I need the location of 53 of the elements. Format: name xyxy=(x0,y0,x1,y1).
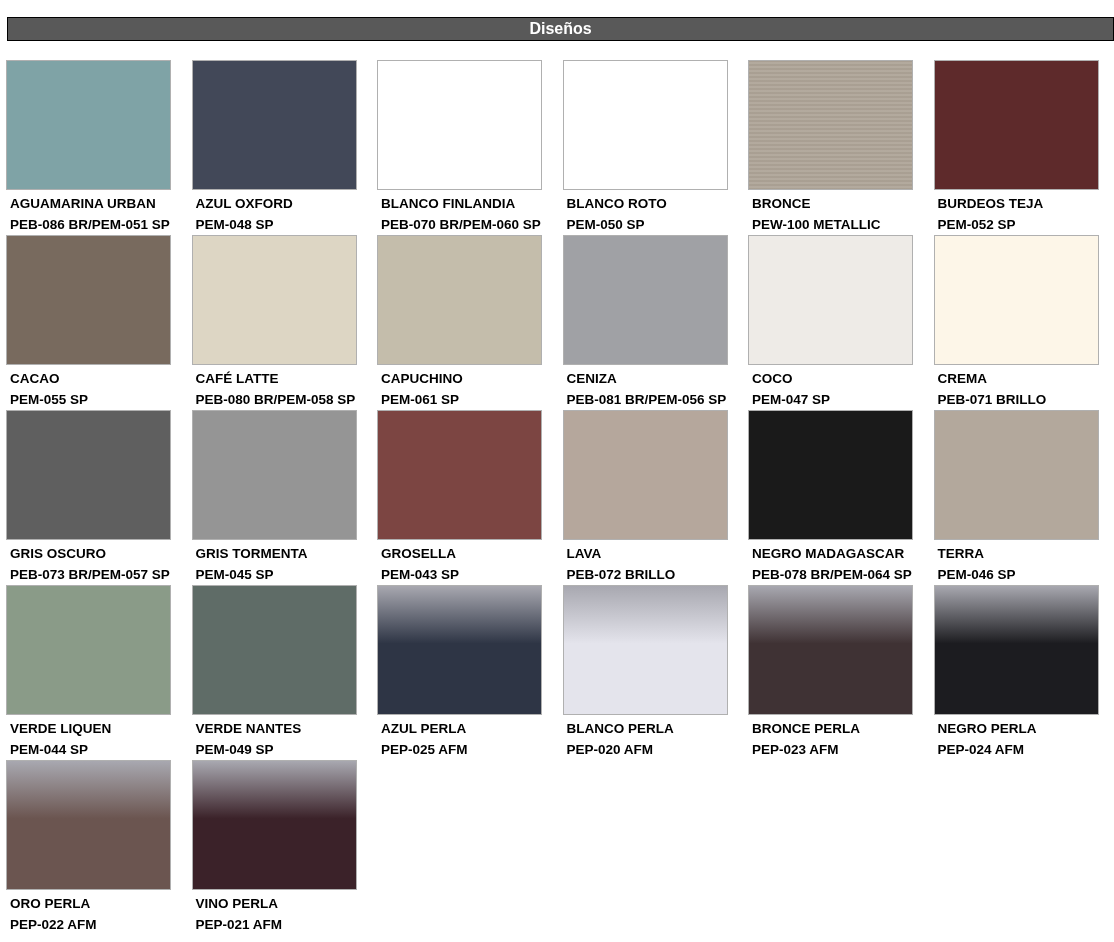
swatch-code: PEP-024 AFM xyxy=(937,741,1026,759)
swatch-name: CACAO xyxy=(10,370,61,388)
swatch-code: PEB-073 BR/PEM-057 SP xyxy=(10,566,171,584)
swatch-code: PEB-081 BR/PEM-056 SP xyxy=(566,391,728,409)
swatch-code: PEB-086 BR/PEM-051 SP xyxy=(10,216,171,234)
swatch-code: PEB-072 BRILLO xyxy=(566,566,677,584)
swatch-name: GRIS OSCURO xyxy=(10,545,107,563)
swatch-code: PEM-055 SP xyxy=(10,391,90,409)
swatch-name: BRONCE xyxy=(752,195,812,213)
swatch-code: PEM-045 SP xyxy=(195,566,275,584)
swatch-name: BLANCO FINLANDIA xyxy=(381,195,517,213)
swatch-name: BLANCO PERLA xyxy=(566,720,675,738)
swatch-name: AZUL PERLA xyxy=(381,720,468,738)
swatch-code: PEB-080 BR/PEM-058 SP xyxy=(195,391,357,409)
swatch-code: PEM-052 SP xyxy=(937,216,1017,234)
swatch-name: VINO PERLA xyxy=(195,895,279,913)
swatch-code: PEW-100 METALLIC xyxy=(752,216,882,234)
swatch-name: VERDE NANTES xyxy=(195,720,303,738)
swatch-code: PEM-047 SP xyxy=(752,391,832,409)
swatch-name: ORO PERLA xyxy=(10,895,92,913)
swatch-name: LAVA xyxy=(566,545,603,563)
swatch-code: PEM-043 SP xyxy=(381,566,461,584)
swatch-code: PEM-046 SP xyxy=(937,566,1017,584)
swatch-name: BURDEOS TEJA xyxy=(937,195,1045,213)
swatch-name: AGUAMARINA URBAN xyxy=(10,195,157,213)
swatch-name: CENIZA xyxy=(566,370,618,388)
swatch-code: PEB-070 BR/PEM-060 SP xyxy=(381,216,542,234)
swatch-name: BLANCO ROTO xyxy=(566,195,668,213)
swatch-name: CAPUCHINO xyxy=(381,370,464,388)
swatch-name: NEGRO MADAGASCAR xyxy=(752,545,906,563)
swatch-code: PEP-023 AFM xyxy=(752,741,840,759)
swatch-code: PEB-078 BR/PEM-064 SP xyxy=(752,566,913,584)
swatch-code: PEM-050 SP xyxy=(566,216,646,234)
swatch-name: AZUL OXFORD xyxy=(195,195,294,213)
swatch-name: TERRA xyxy=(937,545,985,563)
swatch-name: NEGRO PERLA xyxy=(937,720,1038,738)
swatch-name: CAFÉ LATTE xyxy=(195,370,280,388)
swatch-code: PEB-071 BRILLO xyxy=(937,391,1048,409)
swatch-code: PEP-025 AFM xyxy=(381,741,469,759)
swatch-name: VERDE LIQUEN xyxy=(10,720,113,738)
swatch-name: CREMA xyxy=(937,370,988,388)
swatch-code: PEP-022 AFM xyxy=(10,916,98,934)
swatch-code: PEM-049 SP xyxy=(195,741,275,759)
swatch-name: BRONCE PERLA xyxy=(752,720,861,738)
swatch-name: GRIS TORMENTA xyxy=(195,545,309,563)
swatch-code: PEP-020 AFM xyxy=(566,741,655,759)
swatch-name: COCO xyxy=(752,370,794,388)
swatch-code: PEP-021 AFM xyxy=(195,916,284,934)
swatch-name: GROSELLA xyxy=(381,545,457,563)
swatch-code: PEM-048 SP xyxy=(195,216,275,234)
header-title: Diseños xyxy=(529,19,592,39)
swatch-code: PEM-061 SP xyxy=(381,391,461,409)
swatch-code: PEM-044 SP xyxy=(10,741,90,759)
